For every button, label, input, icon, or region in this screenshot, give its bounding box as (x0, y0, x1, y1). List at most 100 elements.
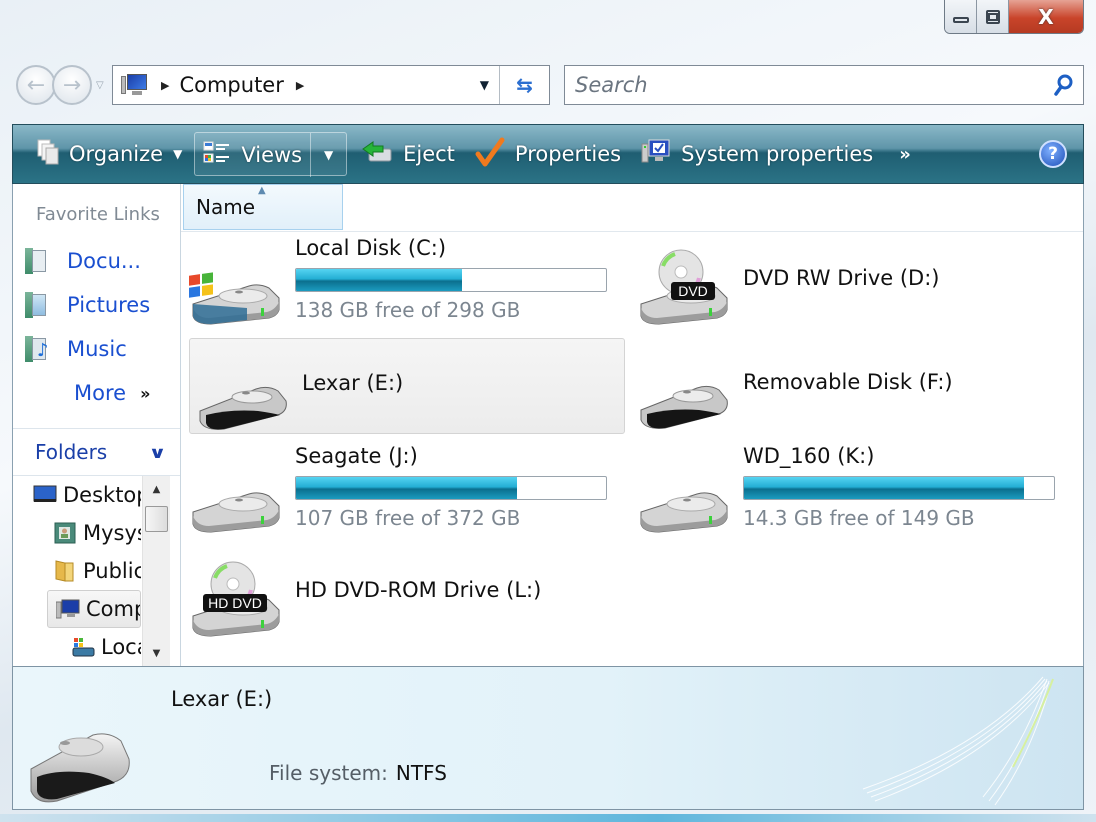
organize-button[interactable]: Organize ▼ (29, 132, 190, 176)
drive-free-space: 107 GB free of 372 GB (295, 506, 521, 530)
toolbar-overflow-button[interactable]: » (899, 144, 911, 165)
drive-icon-wrap (187, 246, 285, 326)
command-bar: Organize ▼ Views ▼ Eject Properties Syst… (12, 124, 1084, 184)
views-split-button: Views ▼ (194, 132, 348, 177)
breadcrumb-computer[interactable]: Computer (179, 73, 283, 97)
favorite-link-label: Pictures (67, 293, 151, 317)
organize-caret-icon: ▼ (173, 147, 183, 161)
scroll-up-button[interactable]: ▲ (143, 476, 170, 502)
user-folder-icon (54, 522, 76, 544)
favorite-link-label: Docu... (67, 249, 141, 273)
drive-item[interactable]: DVD DVD RW Drive (D:) (631, 234, 1067, 330)
minimize-button[interactable] (945, 0, 977, 33)
search-input[interactable]: Search (575, 73, 1043, 97)
address-dropdown-button[interactable]: ▼ (480, 78, 489, 92)
column-header-label: Name (196, 195, 256, 219)
maximize-button[interactable] (977, 0, 1009, 33)
drive-item[interactable]: Seagate (J:) 107 GB free of 372 GB (183, 442, 619, 538)
breadcrumb-separator-trailing[interactable]: ▶ (296, 79, 304, 92)
checkmark-icon (475, 137, 505, 172)
views-dropdown-button[interactable]: ▼ (310, 133, 346, 177)
scroll-thumb[interactable] (145, 506, 168, 532)
more-label: More (74, 381, 127, 405)
drive-icon-wrap: DVD (635, 246, 733, 326)
windows-drive-icon (72, 638, 95, 657)
favorite-link-pictures[interactable]: Pictures (13, 283, 180, 327)
removable-drive-icon (640, 385, 728, 429)
organize-label: Organize (69, 142, 164, 166)
hard-drive-icon (192, 492, 280, 533)
double-chevron-icon: » (140, 383, 151, 403)
music-icon: ♪ (25, 336, 49, 362)
column-header-name[interactable]: ▲ Name (183, 184, 343, 230)
window-caption-buttons: X (944, 0, 1084, 34)
drive-item[interactable]: WD_160 (K:) 14.3 GB free of 149 GB (631, 442, 1067, 538)
file-system-value: NTFS (395, 761, 447, 785)
refresh-button[interactable]: ⇆ (499, 66, 549, 104)
windows-drive-icon (189, 272, 280, 325)
tree-item-label: Local Disk (C:) (101, 635, 141, 659)
drive-usage-bar (743, 476, 1055, 500)
folders-label: Folders (35, 440, 108, 464)
drive-item[interactable]: HD DVD HD DVD-ROM Drive (L:) (183, 546, 619, 642)
tree-item-public[interactable]: Public (13, 552, 141, 590)
search-icon[interactable] (1043, 73, 1083, 97)
maximize-icon (985, 9, 1000, 24)
forward-button[interactable]: → (52, 65, 92, 105)
folders-toggle[interactable]: Folders ∨ (13, 428, 180, 476)
decorative-swoosh (862, 676, 1054, 806)
views-button[interactable]: Views (195, 133, 310, 177)
address-bar[interactable]: ▶ Computer ▶ ▼ ⇆ (112, 65, 550, 105)
tree-item-local-disk[interactable]: Local Disk (C:) (13, 628, 141, 666)
navigation-bar: ← → ▽ ▶ Computer ▶ ▼ ⇆ Search (16, 62, 1084, 108)
drive-icon-wrap (635, 454, 733, 534)
tree-item-mysystem[interactable]: Mysystem (13, 514, 141, 552)
scroll-down-button[interactable]: ▼ (143, 640, 170, 666)
desktop-icon (33, 485, 57, 502)
computer-icon (121, 72, 149, 98)
favorite-links-list: Docu... Pictures ♪ Music More » (13, 239, 180, 415)
removable-drive-icon (199, 386, 287, 430)
drive-usage-fill (744, 477, 1025, 499)
drive-item[interactable]: Lexar (E:) (189, 338, 625, 434)
drive-name: Removable Disk (F:) (743, 370, 953, 394)
organize-icon (37, 139, 59, 170)
search-box[interactable]: Search (564, 65, 1084, 105)
drive-icon-wrap (194, 351, 292, 431)
recent-pages-button[interactable]: ▽ (96, 80, 110, 91)
details-title: Lexar (E:) (171, 687, 273, 711)
drive-usage-bar (295, 268, 607, 292)
more-links-button[interactable]: More » (13, 371, 180, 415)
drive-name: Lexar (E:) (302, 371, 404, 395)
drive-item[interactable]: Removable Disk (F:) (631, 338, 1067, 434)
help-button[interactable]: ? (1039, 140, 1067, 168)
dvd-drive-icon: DVD (640, 249, 728, 325)
system-properties-button[interactable]: System properties (633, 132, 881, 176)
eject-icon (361, 140, 393, 169)
breadcrumb-separator[interactable]: ▶ (161, 79, 169, 92)
tree-item-desktop[interactable]: Desktop (13, 476, 141, 514)
properties-label: Properties (514, 142, 622, 166)
drive-item[interactable]: Local Disk (C:) 138 GB free of 298 GB (183, 234, 619, 330)
explorer-body: Favorite Links Docu... Pictures ♪ Music … (12, 184, 1084, 666)
column-header-row: ▲ Name (181, 184, 1083, 232)
file-system-label: File system: (269, 761, 388, 785)
drive-name: DVD RW Drive (D:) (743, 266, 940, 290)
back-button[interactable]: ← (16, 65, 56, 105)
favorite-link-documents[interactable]: Docu... (13, 239, 180, 283)
favorite-link-music[interactable]: ♪ Music (13, 327, 180, 371)
close-button[interactable]: X (1009, 0, 1083, 33)
back-arrow-icon: ← (26, 72, 46, 98)
folder-tree-scrollbar[interactable]: ▲ ▼ (142, 476, 170, 666)
drive-name: WD_160 (K:) (743, 444, 875, 468)
properties-button[interactable]: Properties (467, 132, 629, 176)
drive-free-space: 138 GB free of 298 GB (295, 298, 521, 322)
drive-free-space: 14.3 GB free of 149 GB (743, 506, 975, 530)
tree-item-computer[interactable]: Computer (47, 590, 141, 628)
drive-icon-wrap (635, 350, 733, 430)
refresh-icon: ⇆ (516, 73, 533, 97)
eject-button[interactable]: Eject (353, 132, 463, 176)
file-list: ▲ Name Local Disk (C:) 138 GB free of 298… (181, 184, 1083, 666)
views-caret-icon: ▼ (323, 148, 334, 162)
minimize-icon (952, 16, 969, 23)
